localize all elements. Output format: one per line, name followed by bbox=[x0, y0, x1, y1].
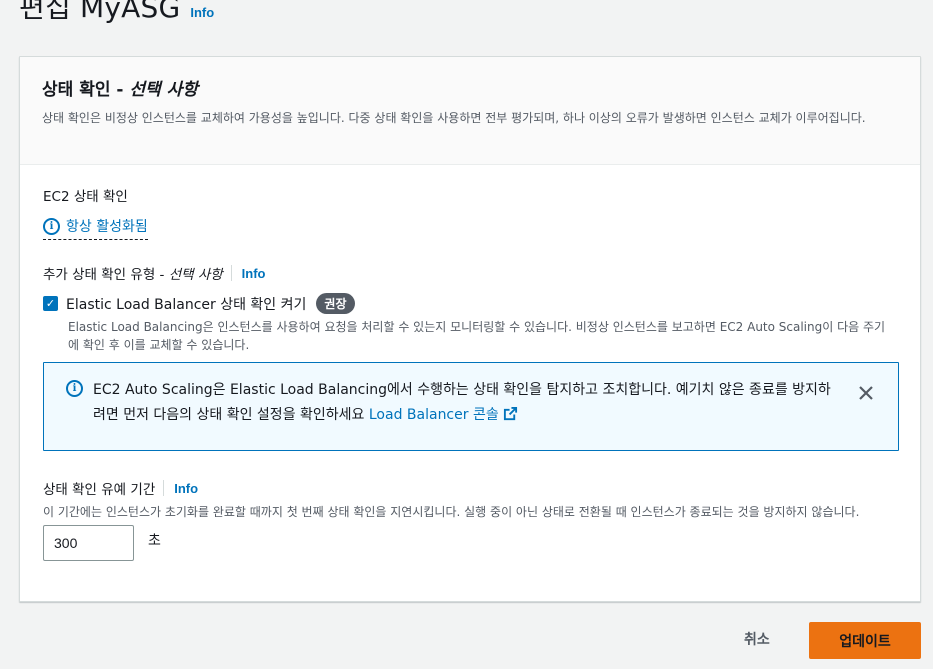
grace-period-label-row: 상태 확인 유예 기간 Info bbox=[43, 478, 903, 498]
external-link-icon bbox=[503, 406, 517, 421]
info-circle-icon: i bbox=[66, 380, 83, 397]
panel-title-main: 상태 확인 - bbox=[42, 80, 130, 100]
panel-title-optional: 선택 사항 bbox=[129, 80, 198, 100]
grace-period-info-link[interactable]: Info bbox=[174, 481, 198, 496]
always-enabled-text: 항상 활성화됨 bbox=[66, 219, 148, 235]
grace-period: 상태 확인 유예 기간 Info 이 기간에는 인스턴스가 초기화를 완료할 때… bbox=[43, 478, 903, 561]
grace-period-input[interactable] bbox=[43, 525, 134, 561]
info-alert-text: EC2 Auto Scaling은 Elastic Load Balancing… bbox=[93, 378, 833, 450]
divider bbox=[163, 480, 165, 496]
always-enabled-popover[interactable]: i 항상 활성화됨 bbox=[43, 216, 148, 240]
elb-health-check-label[interactable]: Elastic Load Balancer 상태 확인 켜기 bbox=[66, 294, 306, 314]
page-info-link[interactable]: Info bbox=[190, 5, 214, 20]
additional-health-check-label-row: 추가 상태 확인 유형 - 선택 사항 Info bbox=[43, 263, 903, 283]
info-circle-icon: i bbox=[43, 217, 60, 235]
elb-health-check-description: Elastic Load Balancing은 인스턴스를 사용하여 요청을 처… bbox=[68, 320, 886, 352]
cancel-button[interactable]: 취소 bbox=[744, 629, 770, 649]
additional-health-check-label-main: 추가 상태 확인 유형 - bbox=[43, 267, 169, 283]
additional-health-check-info-link[interactable]: Info bbox=[242, 266, 266, 281]
info-alert: i EC2 Auto Scaling은 Elastic Load Balanci… bbox=[43, 362, 899, 451]
panel-title: 상태 확인 - 선택 사항 bbox=[42, 75, 898, 100]
panel-header: 상태 확인 - 선택 사항 상태 확인은 비정상 인스턴스를 교체하여 가용성을… bbox=[20, 57, 920, 165]
health-check-panel: 상태 확인 - 선택 사항 상태 확인은 비정상 인스턴스를 교체하여 가용성을… bbox=[19, 56, 921, 602]
grace-period-description: 이 기간에는 인스턴스가 초기화를 완료할 때까지 첫 번째 상태 확인을 지연… bbox=[43, 505, 860, 519]
elb-health-check-option[interactable]: ✓ Elastic Load Balancer 상태 확인 켜기 권장 bbox=[43, 293, 903, 314]
additional-health-check-label: 추가 상태 확인 유형 - 선택 사항 bbox=[43, 263, 223, 283]
load-balancer-console-link[interactable]: Load Balancer 콘솔 bbox=[369, 406, 518, 423]
additional-health-check-label-optional: 선택 사항 bbox=[168, 267, 223, 283]
additional-health-check: 추가 상태 확인 유형 - 선택 사항 Info ✓ Elastic Load … bbox=[43, 263, 903, 354]
load-balancer-console-link-label[interactable]: Load Balancer 콘솔 bbox=[369, 407, 499, 423]
close-icon[interactable] bbox=[856, 383, 876, 403]
elb-health-check-checkbox[interactable]: ✓ bbox=[43, 296, 58, 311]
page-header: 편집 MyASG Info bbox=[19, 0, 214, 26]
ec2-health-check-label: EC2 상태 확인 bbox=[43, 189, 128, 205]
grace-period-label: 상태 확인 유예 기간 bbox=[43, 482, 156, 498]
page-title: 편집 MyASG bbox=[19, 0, 181, 24]
grace-period-input-row: 초 bbox=[43, 525, 903, 561]
grace-period-unit: 초 bbox=[148, 533, 161, 549]
ec2-health-check: EC2 상태 확인 i 항상 활성화됨 bbox=[43, 185, 148, 240]
panel-description: 상태 확인은 비정상 인스턴스를 교체하여 가용성을 높입니다. 다중 상태 확… bbox=[42, 111, 866, 125]
update-button[interactable]: 업데이트 bbox=[809, 622, 921, 659]
divider bbox=[230, 265, 232, 281]
recommended-badge: 권장 bbox=[316, 293, 355, 314]
